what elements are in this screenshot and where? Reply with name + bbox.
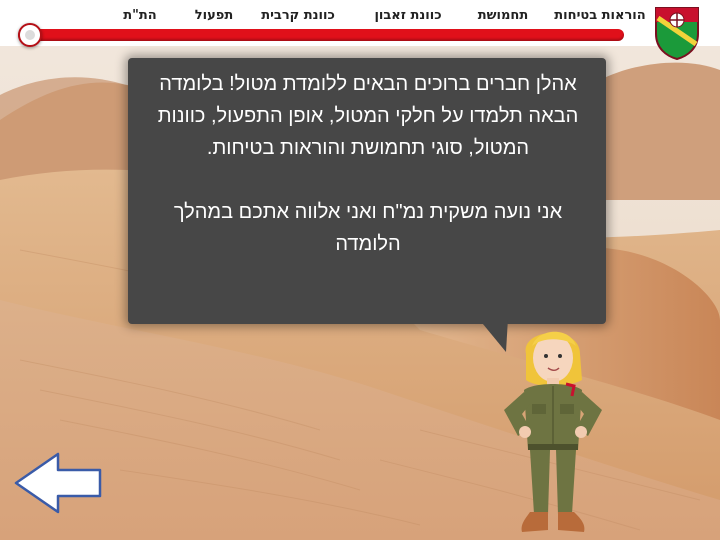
nav-item-operation[interactable]: תפעול — [195, 8, 233, 23]
unit-emblem-icon — [655, 7, 699, 60]
speech-bubble-text: אהלן חברים ברוכים הבאים ללומדת מטול! בלו… — [148, 68, 588, 260]
nav-item-ammunition[interactable]: תחמושת — [478, 8, 528, 23]
progress-bar — [18, 29, 624, 41]
welcome-paragraph: אהלן חברים ברוכים הבאים ללומדת מטול! בלו… — [157, 73, 579, 159]
guide-intro-paragraph: אני נועה משקית נמ"ח ואני אלווה אתכם במהל… — [173, 201, 563, 255]
nav-item-zaavon-sight[interactable]: כוונת זאבון — [374, 8, 441, 23]
nav-item-safety-instructions[interactable]: הוראות בטיחות — [554, 8, 645, 23]
nav-item-htt[interactable]: הת"ת — [123, 8, 156, 23]
back-arrow-icon[interactable] — [14, 452, 102, 514]
nav-item-combat-sight[interactable]: כוונת קרבית — [261, 8, 335, 23]
progress-knob[interactable] — [18, 23, 42, 47]
soldier-guide-character — [504, 331, 602, 532]
top-nav-bar: הת"ת תפעול כוונת קרבית כוונת זאבון תחמוש… — [0, 0, 720, 47]
